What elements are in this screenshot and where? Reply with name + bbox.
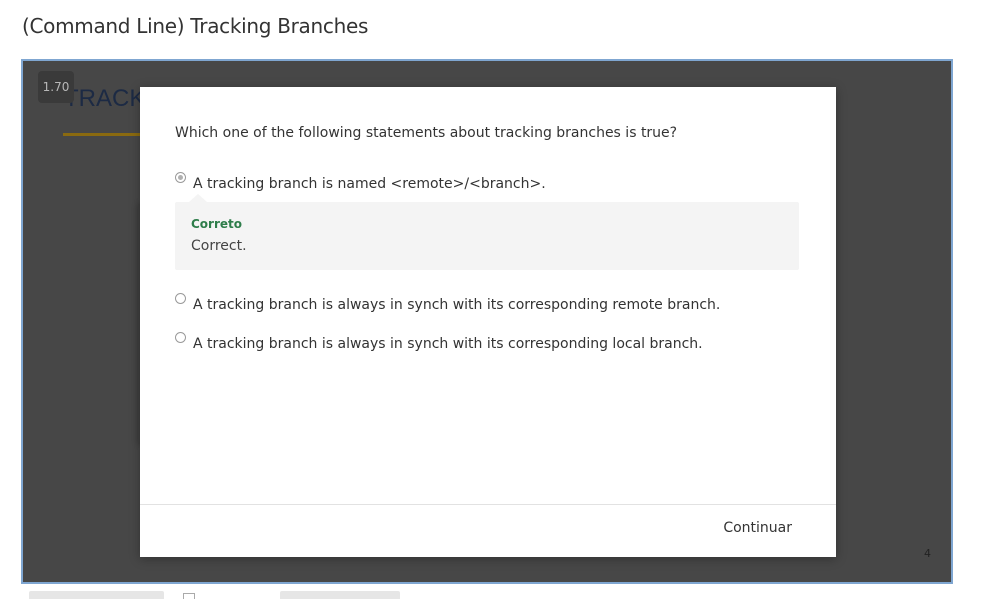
answer-option-3[interactable]: A tracking branch is always in synch wit… <box>175 332 703 352</box>
quiz-modal: Which one of the following statements ab… <box>140 87 836 557</box>
feedback-message: Correct. <box>191 238 247 254</box>
radio-unchecked-icon[interactable] <box>175 293 186 304</box>
slide-number: 4 <box>924 547 931 560</box>
radio-checked-icon[interactable] <box>175 172 186 183</box>
modal-footer: Continuar <box>140 504 836 557</box>
continue-button[interactable]: Continuar <box>723 520 792 536</box>
expand-icon[interactable] <box>183 593 195 599</box>
bottom-tab[interactable] <box>280 591 400 599</box>
answer-option-label: A tracking branch is named <remote>/<bra… <box>193 176 546 192</box>
lesson-player: TRACK 4 1.70 Which one of the following … <box>21 59 953 584</box>
answer-option-label: A tracking branch is always in synch wit… <box>193 297 721 313</box>
page-title: (Command Line) Tracking Branches <box>22 14 369 38</box>
answer-option-2[interactable]: A tracking branch is always in synch wit… <box>175 293 720 313</box>
answer-option-label: A tracking branch is always in synch wit… <box>193 336 703 352</box>
playback-speed-badge[interactable]: 1.70 <box>38 71 74 103</box>
quiz-question: Which one of the following statements ab… <box>175 125 678 141</box>
radio-unchecked-icon[interactable] <box>175 332 186 343</box>
answer-feedback: Correto Correct. <box>175 194 799 270</box>
answer-option-1[interactable]: A tracking branch is named <remote>/<bra… <box>175 172 546 192</box>
feedback-status: Correto <box>191 217 243 231</box>
bottom-tab[interactable] <box>29 591 164 599</box>
slide-heading: TRACK <box>64 85 146 112</box>
